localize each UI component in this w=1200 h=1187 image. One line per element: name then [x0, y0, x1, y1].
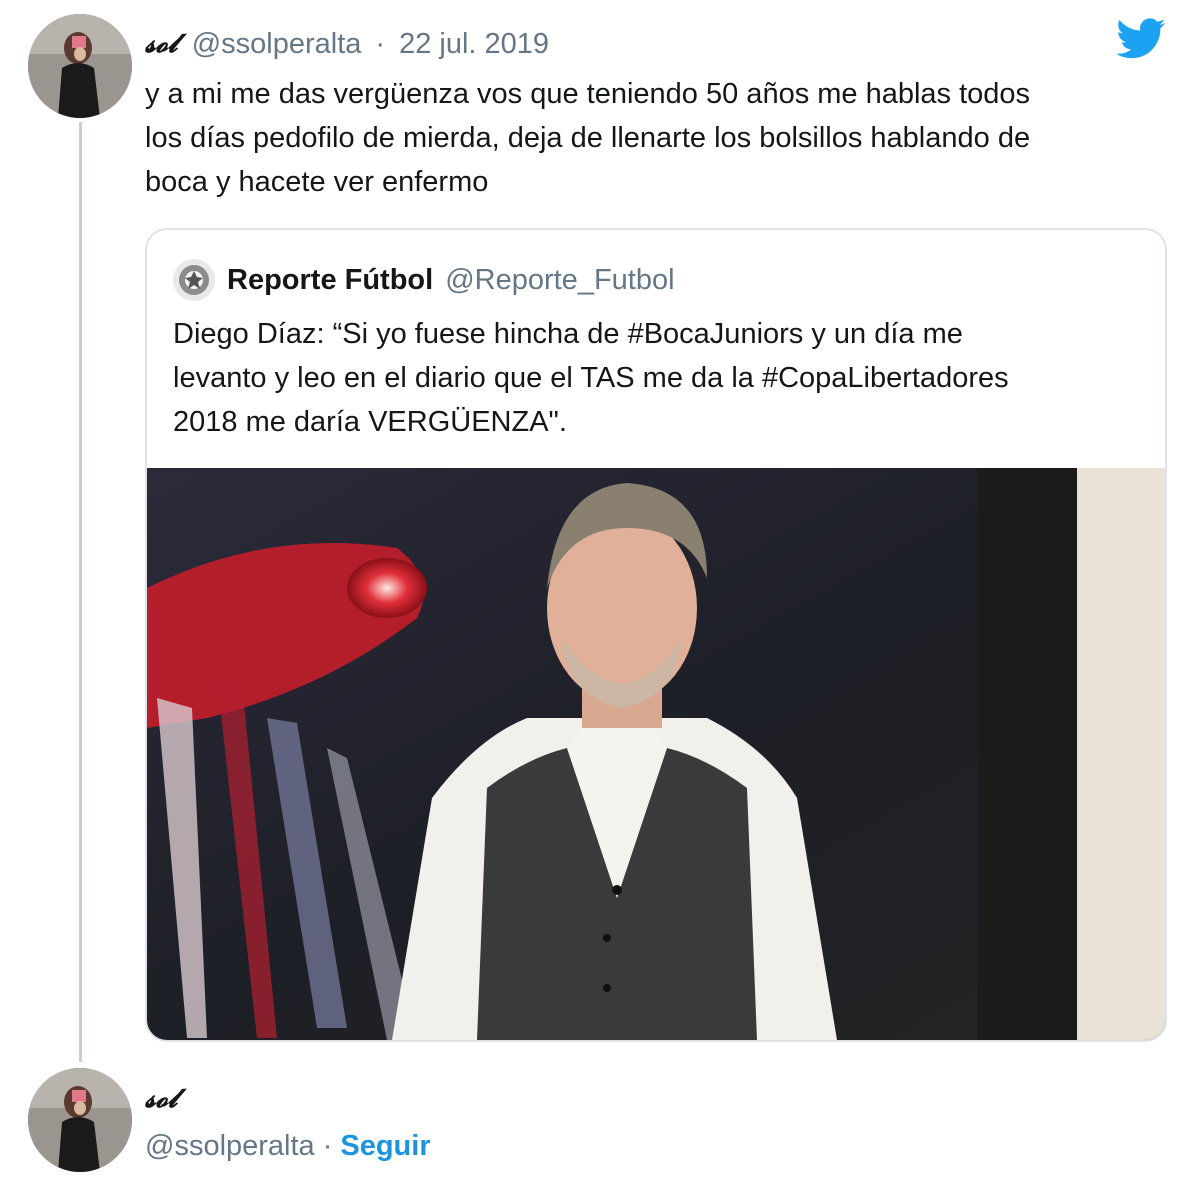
footer-avatar[interactable] — [28, 1068, 132, 1172]
tweet-date[interactable]: 22 jul. 2019 — [399, 28, 549, 61]
thread-connector-line — [79, 122, 82, 1062]
follow-button[interactable]: Seguir — [340, 1130, 430, 1163]
footer-user-handle[interactable]: @ssolperalta — [145, 1130, 315, 1163]
avatar[interactable] — [28, 14, 132, 118]
twitter-bird-icon[interactable] — [1116, 18, 1166, 65]
user-handle[interactable]: @ssolperalta — [192, 28, 362, 61]
footer-handle-row: @ssolperalta · Seguir — [145, 1124, 431, 1168]
separator-dot: · — [322, 1129, 333, 1162]
quoted-display-name[interactable]: Reporte Fútbol — [227, 264, 433, 297]
quoted-user-handle[interactable]: @Reporte_Futbol — [445, 264, 674, 297]
separator-dot: · — [375, 27, 386, 60]
footer-display-name[interactable]: 𝓼𝓸𝓵 — [145, 1084, 178, 1115]
quoted-tweet-card[interactable]: Reporte Fútbol @Reporte_Futbol Diego Día… — [145, 228, 1167, 1042]
display-name[interactable]: 𝓼𝓸𝓵 — [145, 29, 178, 60]
tweet-header: 𝓼𝓸𝓵 @ssolperalta · 22 jul. 2019 — [145, 22, 549, 66]
quoted-tweet-header: Reporte Fútbol @Reporte_Futbol — [173, 258, 675, 302]
quoted-tweet-photo[interactable] — [147, 468, 1165, 1040]
tweet-text: y a mi me das vergüenza vos que teniendo… — [145, 78, 1031, 198]
quoted-avatar[interactable] — [173, 259, 215, 301]
quoted-tweet-text: Diego Díaz: “Si yo fuese hincha de #Boca… — [173, 318, 1009, 438]
